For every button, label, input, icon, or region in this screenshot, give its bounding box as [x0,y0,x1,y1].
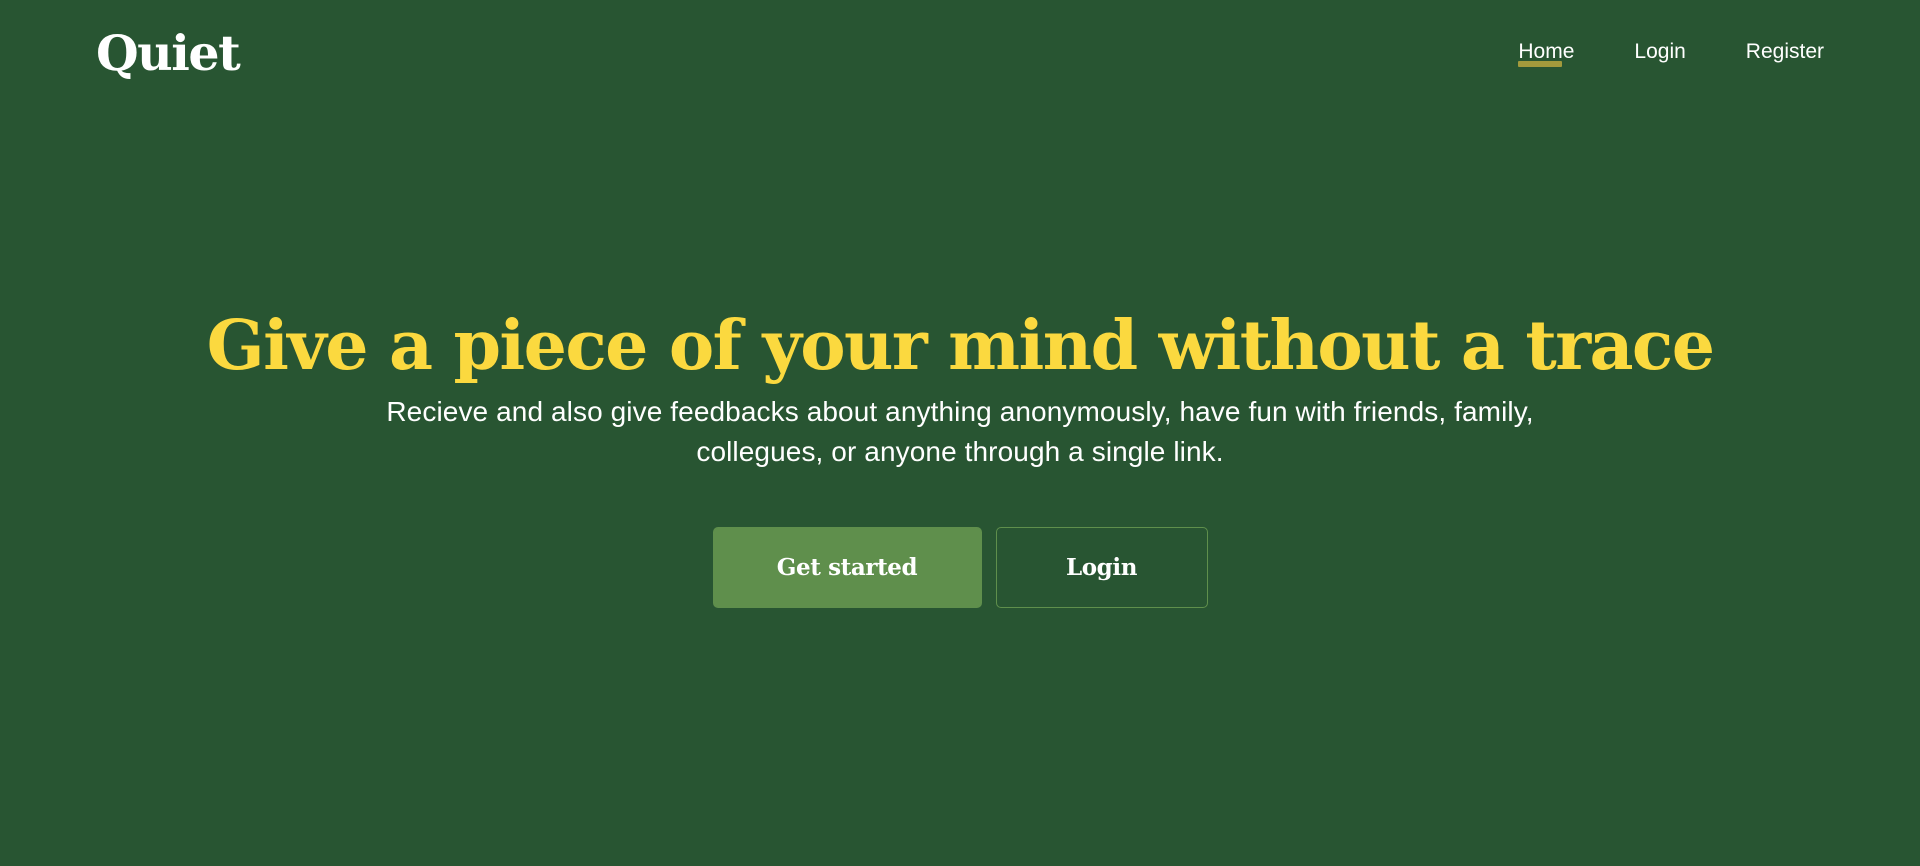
nav-home-label: Home [1518,40,1575,63]
hero-subtitle: Recieve and also give feedbacks about an… [386,396,1534,467]
hero-login-button[interactable]: Login [995,527,1208,608]
cta-button-group: Get started Login [0,527,1920,608]
nav-register-link[interactable]: Register [1746,36,1824,68]
nav-login-link[interactable]: Login [1634,36,1685,68]
site-header: Quiet Home Login Register [0,0,1920,104]
nav-register-label: Register [1745,40,1824,63]
brand-logo[interactable]: Quiet [96,22,241,84]
get-started-button[interactable]: Get started [712,527,982,608]
hero-section: Give a piece of your mind without a trac… [0,300,1920,472]
nav-login-label: Login [1634,40,1686,63]
main-nav: Home Login Register [1518,36,1824,68]
nav-home-link[interactable]: Home [1518,36,1574,68]
hero-title: Give a piece of your mind without a trac… [206,306,1715,386]
